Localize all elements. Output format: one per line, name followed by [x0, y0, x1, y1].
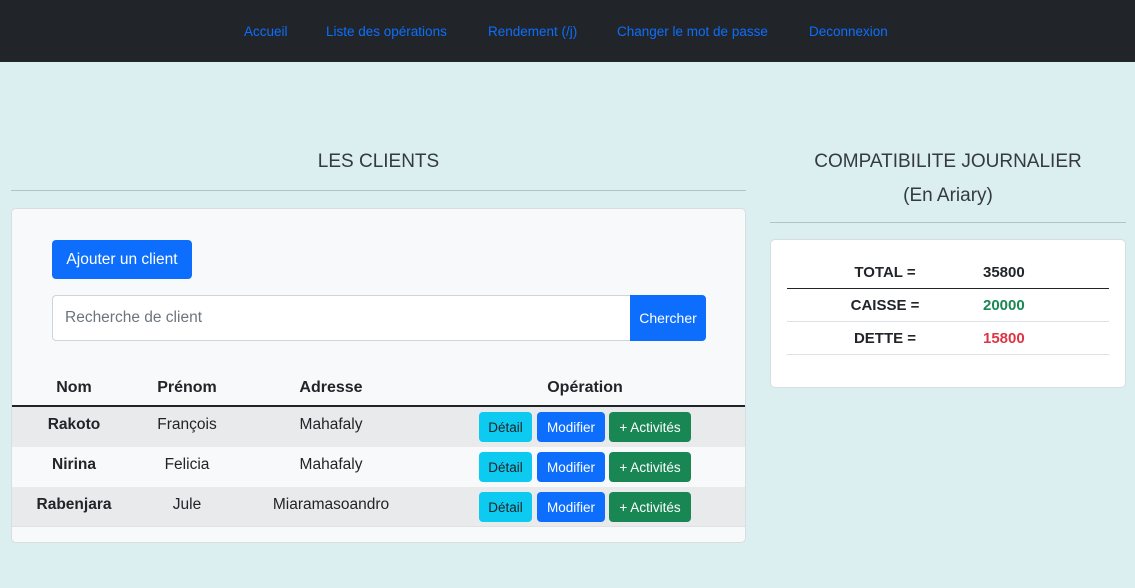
compta-label: DETTE =: [853, 330, 917, 347]
compta-divider: [770, 222, 1126, 223]
modify-button[interactable]: Modifier: [537, 452, 605, 482]
col-header-nom: Nom: [56, 379, 92, 396]
client-search-input[interactable]: [52, 295, 630, 341]
table-row: Rakoto François Mahafaly Détail Modifier…: [12, 407, 745, 447]
compta-title: COMPATIBILITE JOURNALIER: [814, 151, 1082, 172]
col-header-operation: Opération: [547, 379, 623, 396]
nav-deconnexion[interactable]: Deconnexion: [809, 24, 888, 39]
col-header-prenom: Prénom: [157, 379, 217, 396]
client-prenom: François: [157, 416, 217, 433]
table-row: Rabenjara Jule Miaramasoandro Détail Mod…: [12, 487, 745, 527]
detail-button[interactable]: Détail: [479, 492, 532, 522]
add-client-button[interactable]: Ajouter un client: [52, 240, 192, 279]
compta-label: CAISSE =: [850, 297, 920, 314]
client-adresse: Miaramasoandro: [272, 496, 390, 513]
clients-card: Ajouter un client Chercher Nom Prénom Ad…: [11, 208, 746, 543]
activities-button[interactable]: + Activités: [609, 452, 691, 482]
search-button[interactable]: Chercher: [630, 295, 706, 341]
clients-divider: [11, 190, 746, 191]
compta-subtitle: (En Ariary): [903, 185, 993, 206]
compta-row-total: TOTAL = 35800: [787, 256, 1109, 289]
client-prenom: Felicia: [164, 456, 210, 473]
nav-changer-mot-de-passe[interactable]: Changer le mot de passe: [617, 24, 768, 39]
nav-liste-operations[interactable]: Liste des opérations: [326, 24, 447, 39]
client-adresse: Mahafaly: [299, 456, 363, 473]
nav-rendement[interactable]: Rendement (/j): [488, 24, 577, 39]
compta-label: TOTAL =: [854, 264, 916, 281]
detail-button[interactable]: Détail: [479, 412, 532, 442]
client-nom: Rabenjara: [36, 496, 112, 513]
client-prenom: Jule: [172, 496, 202, 513]
detail-button[interactable]: Détail: [479, 452, 532, 482]
modify-button[interactable]: Modifier: [537, 492, 605, 522]
compta-value: 35800: [983, 264, 1025, 281]
col-header-adresse: Adresse: [299, 379, 363, 396]
top-navbar: Accueil Liste des opérations Rendement (…: [0, 0, 1135, 62]
clients-title: LES CLIENTS: [317, 151, 440, 172]
table-row: Nirina Felicia Mahafaly Détail Modifier …: [12, 447, 745, 487]
activities-button[interactable]: + Activités: [609, 492, 691, 522]
client-nom: Rakoto: [47, 416, 101, 433]
compta-card: TOTAL = 35800 CAISSE = 20000 DETTE = 158…: [770, 239, 1126, 388]
nav-accueil[interactable]: Accueil: [244, 24, 288, 39]
compta-value: 15800: [983, 330, 1025, 347]
compta-row-dette: DETTE = 15800: [787, 322, 1109, 355]
activities-button[interactable]: + Activités: [609, 412, 691, 442]
compta-row-caisse: CAISSE = 20000: [787, 289, 1109, 322]
client-adresse: Mahafaly: [299, 416, 363, 433]
client-nom: Nirina: [52, 456, 96, 473]
modify-button[interactable]: Modifier: [537, 412, 605, 442]
compta-value: 20000: [983, 297, 1025, 314]
